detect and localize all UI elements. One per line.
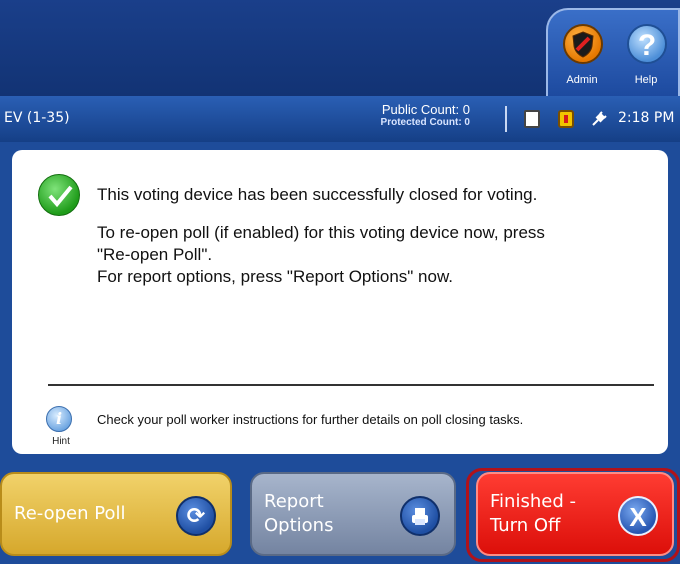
instructions: To re-open poll (if enabled) for this vo…: [97, 222, 637, 288]
close-x-icon: X: [618, 496, 658, 536]
shield-icon: [563, 24, 603, 64]
divider: [48, 384, 654, 386]
tab-admin[interactable]: Admin: [554, 18, 610, 94]
protected-count: Protected Count: 0: [380, 117, 470, 128]
printer-icon: [400, 496, 440, 536]
info-icon[interactable]: i: [46, 406, 72, 432]
report-options-button[interactable]: Report Options: [250, 472, 456, 556]
reopen-instruction-line-1: To re-open poll (if enabled) for this vo…: [97, 223, 545, 242]
tab-help-label: Help: [634, 74, 658, 86]
content-area: This voting device has been successfully…: [0, 142, 680, 464]
status-divider: [505, 106, 507, 132]
poll-closed-screen: Admin ? Help EV (1-35) Public Count: 0 P…: [0, 0, 680, 564]
finished-line-1: Finished -: [490, 491, 576, 512]
reopen-poll-button[interactable]: Re-open Poll ⟳: [0, 472, 232, 556]
finished-turn-off-label: Finished - Turn Off: [490, 490, 576, 538]
hint-text: Check your poll worker instructions for …: [97, 412, 524, 427]
report-instruction: For report options, press "Report Option…: [97, 267, 454, 286]
tab-admin-label: Admin: [566, 74, 598, 86]
reopen-instruction-line-2: "Re-open Poll".: [97, 245, 213, 264]
status-bar: EV (1-35) Public Count: 0 Protected Coun…: [0, 96, 680, 142]
message-panel: This voting device has been successfully…: [12, 150, 668, 454]
election-id: EV (1-35): [4, 110, 70, 126]
question-icon: ?: [627, 24, 667, 64]
clock: 2:18 PM: [618, 110, 675, 126]
hint-label: Hint: [52, 436, 70, 447]
bottom-button-bar: Re-open Poll ⟳ Report Options Finished -…: [0, 464, 680, 564]
tab-help[interactable]: ? Help: [618, 18, 674, 94]
refresh-icon: ⟳: [176, 496, 216, 536]
finished-line-2: Turn Off: [490, 515, 561, 536]
top-banner: Admin ? Help: [0, 0, 680, 96]
header-tab-group: Admin ? Help: [546, 8, 680, 96]
success-message: This voting device has been successfully…: [97, 185, 538, 204]
report-options-line-2: Options: [264, 515, 334, 536]
power-plug-icon: [590, 110, 608, 128]
report-options-line-1: Report: [264, 491, 324, 512]
public-count: Public Count: 0: [381, 102, 470, 117]
reopen-poll-label: Re-open Poll: [14, 503, 126, 524]
report-options-label: Report Options: [264, 490, 333, 538]
finished-turn-off-button[interactable]: Finished - Turn Off X: [476, 472, 674, 556]
document-icon[interactable]: [524, 110, 540, 128]
battery-icon: [558, 110, 574, 128]
message-text: This voting device has been successfully…: [97, 184, 637, 304]
count-display: Public Count: 0 Protected Count: 0: [320, 102, 470, 128]
checkmark-icon: [38, 174, 80, 216]
